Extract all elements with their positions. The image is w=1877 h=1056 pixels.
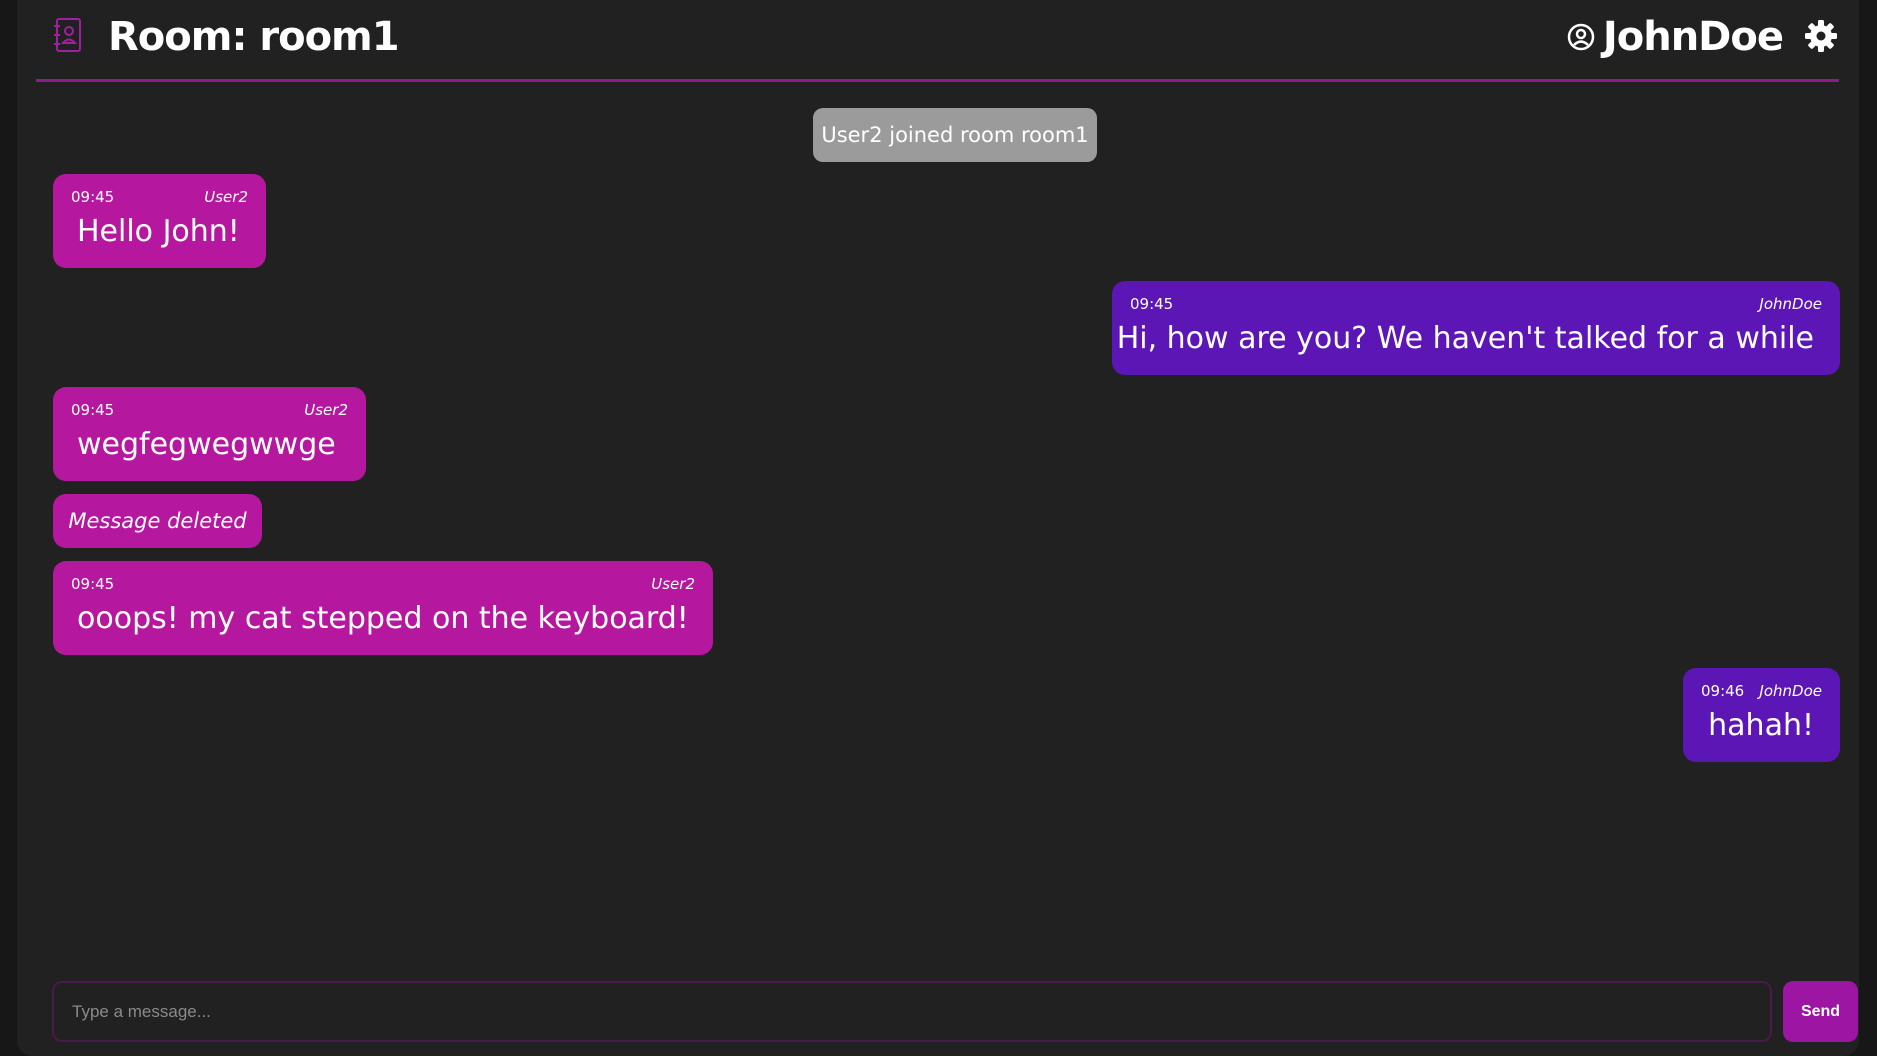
deleted-message: Message deleted <box>53 494 262 548</box>
send-button[interactable]: Send <box>1783 981 1858 1042</box>
message-bubble[interactable]: 09:46 JohnDoe hahah! <box>1683 668 1840 762</box>
message-bubble[interactable]: 09:45 User2 Hello John! <box>53 174 266 268</box>
message-author: JohnDoe <box>1759 295 1822 313</box>
room-title: Room: room1 <box>108 14 400 60</box>
message-time: 09:46 <box>1701 682 1745 700</box>
message-text: Hi, how are you? We haven't talked for a… <box>1116 321 1814 356</box>
message-bubble[interactable]: 09:45 User2 ooops! my cat stepped on the… <box>53 561 713 655</box>
username: JohnDoe <box>1602 14 1784 60</box>
message-text: wegfegwegwwge <box>77 427 336 462</box>
message-input[interactable] <box>52 981 1772 1042</box>
message-bubble[interactable]: 09:45 User2 wegfegwegwwge <box>53 387 366 481</box>
message-author: User2 <box>304 401 348 419</box>
message-author: JohnDoe <box>1759 682 1822 700</box>
chat-header: Room: room1 JohnDoe <box>36 0 1839 82</box>
message-text: hahah! <box>1708 708 1814 743</box>
message-time: 09:45 <box>71 188 115 206</box>
system-message: User2 joined room room1 <box>813 108 1097 162</box>
message-author: User2 <box>204 188 248 206</box>
gear-icon[interactable] <box>1804 19 1838 53</box>
message-bubble[interactable]: 09:45 JohnDoe Hi, how are you? We haven'… <box>1112 281 1840 375</box>
message-time: 09:45 <box>1130 295 1174 313</box>
user-circle-icon <box>1567 23 1595 51</box>
message-author: User2 <box>651 575 695 593</box>
message-text: Hello John! <box>77 214 240 249</box>
chat-app: Room: room1 JohnDoe User2 joined room ro… <box>17 0 1859 1056</box>
current-user[interactable]: JohnDoe <box>1567 10 1784 64</box>
message-time: 09:45 <box>71 575 115 593</box>
message-time: 09:45 <box>71 401 115 419</box>
message-text: ooops! my cat stepped on the keyboard! <box>77 601 689 636</box>
room-contact-icon[interactable] <box>54 17 82 53</box>
